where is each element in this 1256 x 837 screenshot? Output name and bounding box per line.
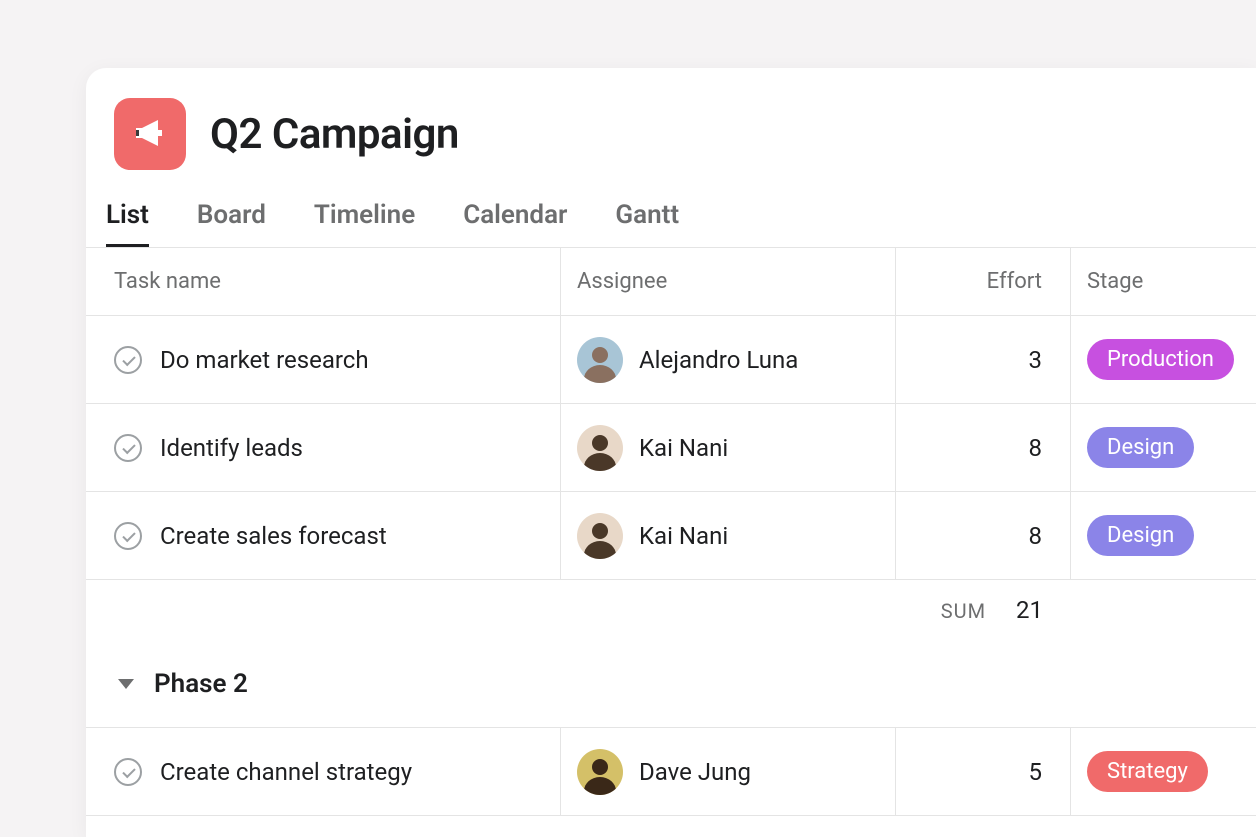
sum-label: SUM: [941, 599, 986, 623]
project-panel: Q2 Campaign List Board Timeline Calendar…: [86, 68, 1256, 837]
complete-check-icon[interactable]: [114, 346, 142, 374]
tab-calendar[interactable]: Calendar: [463, 194, 567, 247]
assignee-name: Dave Jung: [639, 758, 751, 786]
avatar[interactable]: [577, 749, 623, 795]
stage-pill[interactable]: Production: [1087, 339, 1234, 380]
stage-pill[interactable]: Design: [1087, 427, 1194, 468]
section-row[interactable]: Phase 2: [86, 640, 1256, 728]
effort-value: 5: [1029, 758, 1043, 786]
tab-list[interactable]: List: [106, 194, 149, 247]
project-header: Q2 Campaign: [86, 68, 1256, 184]
task-row[interactable]: Create channel strategy Dave Jung 5 Stra…: [86, 728, 1256, 816]
avatar[interactable]: [577, 513, 623, 559]
column-header-stage[interactable]: Stage: [1071, 248, 1256, 316]
stage-pill[interactable]: Strategy: [1087, 751, 1208, 792]
task-row[interactable]: Do market research Alejandro Luna 3 Prod…: [86, 316, 1256, 404]
column-header-effort[interactable]: Effort: [896, 248, 1071, 316]
megaphone-icon: [130, 114, 170, 154]
view-tabs: List Board Timeline Calendar Gantt: [86, 184, 1256, 247]
task-name: Do market research: [160, 346, 369, 374]
sum-value: 21: [1016, 596, 1043, 624]
effort-value: 8: [1029, 434, 1043, 462]
section-title: Phase 2: [154, 669, 248, 699]
complete-check-icon[interactable]: [114, 522, 142, 550]
table-header-row: Task name Assignee Effort Stage: [86, 248, 1256, 316]
avatar[interactable]: [577, 337, 623, 383]
tab-gantt[interactable]: Gantt: [615, 194, 679, 247]
assignee-name: Alejandro Luna: [639, 346, 798, 374]
chevron-down-icon[interactable]: [118, 679, 134, 689]
task-name: Create channel strategy: [160, 758, 412, 786]
complete-check-icon[interactable]: [114, 758, 142, 786]
complete-check-icon[interactable]: [114, 434, 142, 462]
project-title: Q2 Campaign: [210, 110, 459, 159]
effort-value: 8: [1029, 522, 1043, 550]
task-row[interactable]: Identify leads Kai Nani 8 Design: [86, 404, 1256, 492]
task-name: Identify leads: [160, 434, 303, 462]
column-header-task[interactable]: Task name: [86, 248, 561, 316]
task-name: Create sales forecast: [160, 522, 387, 550]
effort-value: 3: [1029, 346, 1043, 374]
tab-board[interactable]: Board: [197, 194, 266, 247]
stage-pill[interactable]: Design: [1087, 515, 1194, 556]
column-header-assignee[interactable]: Assignee: [561, 248, 896, 316]
tasks-table: Task name Assignee Effort Stage Do marke…: [86, 247, 1256, 816]
assignee-name: Kai Nani: [639, 522, 728, 550]
sum-row: SUM 21: [86, 580, 1256, 640]
avatar[interactable]: [577, 425, 623, 471]
tab-timeline[interactable]: Timeline: [314, 194, 415, 247]
task-row[interactable]: Create sales forecast Kai Nani 8 Design: [86, 492, 1256, 580]
project-icon-megaphone[interactable]: [114, 98, 186, 170]
assignee-name: Kai Nani: [639, 434, 728, 462]
